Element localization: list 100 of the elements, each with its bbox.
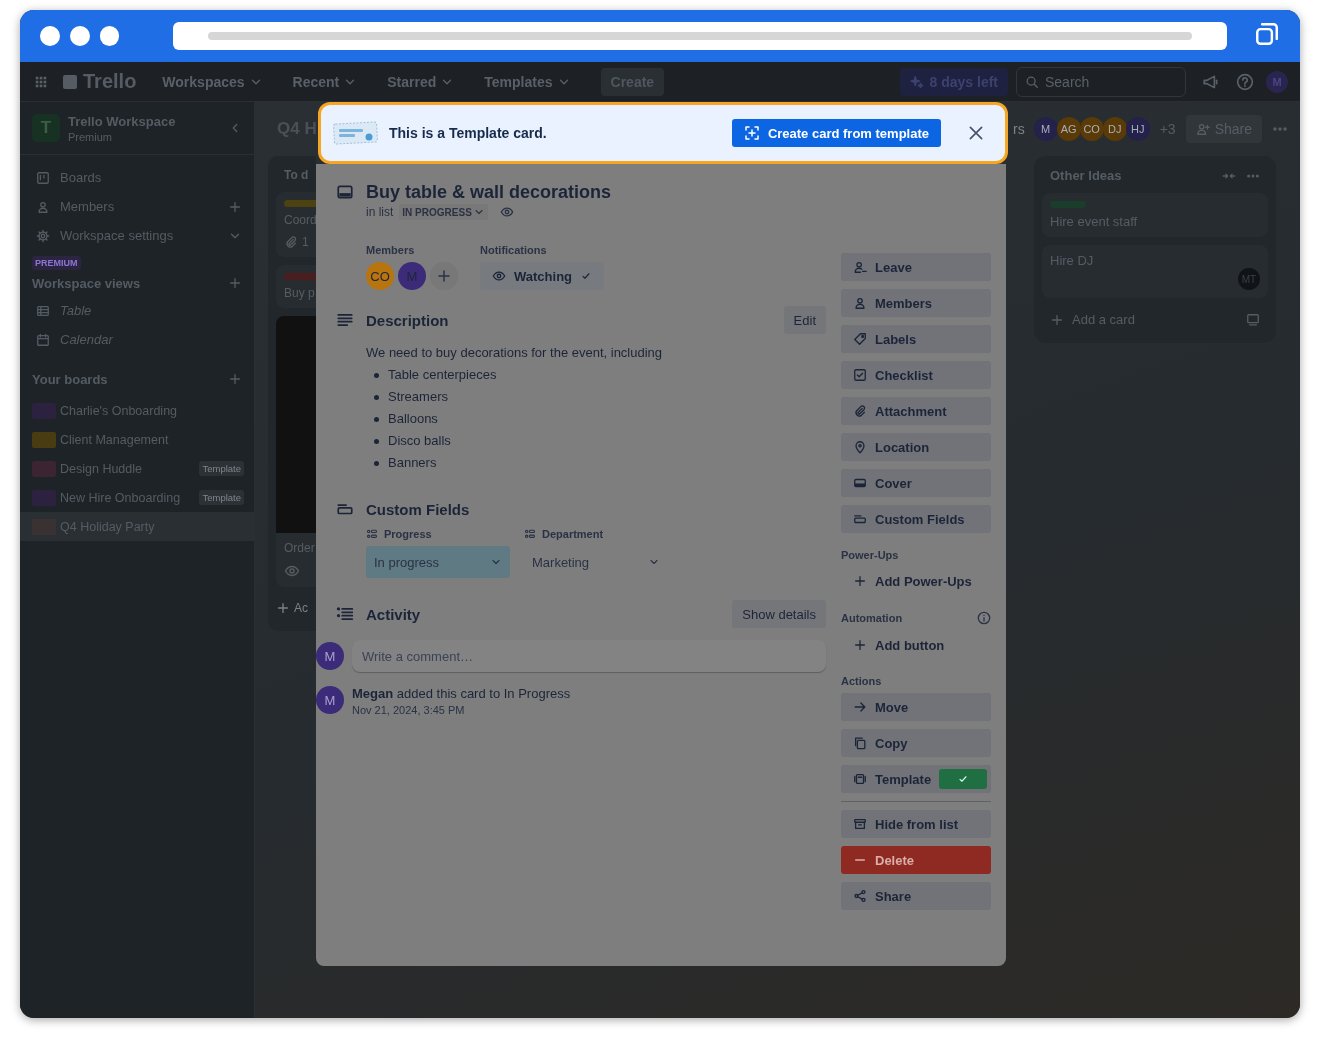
checkbox[interactable]: [939, 769, 987, 789]
board-name: Client Management: [60, 432, 170, 447]
nav-menu[interactable]: Recent: [284, 67, 366, 96]
banner-text: This is a Template card.: [389, 125, 548, 141]
field-label: Progress: [384, 528, 432, 540]
plus-icon: [228, 199, 242, 214]
copy-icon: [853, 736, 867, 750]
member-avatar[interactable]: CO: [366, 262, 394, 290]
view-item[interactable]: Table: [60, 303, 242, 318]
eye-icon: [492, 269, 506, 283]
plus-icon: [276, 601, 290, 615]
board-name: Design Huddle: [60, 461, 143, 476]
section-heading: Workspace views: [32, 275, 142, 291]
list-item-text: Balloons: [388, 410, 438, 428]
check-icon: [580, 270, 592, 282]
section-heading: Description: [366, 311, 450, 329]
add-card-button[interactable]: Add a card: [1072, 312, 1238, 327]
plus-icon: [436, 268, 452, 284]
section-heading: Custom Fields: [366, 500, 471, 518]
list-item-text: Disco balls: [388, 432, 451, 450]
action-button[interactable]: Template: [841, 765, 991, 793]
action-button[interactable]: Add button: [841, 631, 991, 659]
sidebar-item[interactable]: Members: [60, 199, 218, 214]
field-icon: [366, 528, 378, 540]
sidebar-item[interactable]: Boards: [60, 170, 242, 185]
logo-text: Trello: [83, 70, 137, 93]
action-button[interactable]: Checklist: [841, 361, 991, 389]
sidebar-item[interactable]: Workspace settings: [60, 228, 218, 243]
action-button[interactable]: Move: [841, 693, 991, 721]
action-button[interactable]: Custom Fields: [841, 505, 991, 533]
action-button[interactable]: Hide from list: [841, 810, 991, 838]
action-button[interactable]: Share: [841, 882, 991, 910]
card-illustration-icon: [333, 120, 379, 146]
list-dropdown[interactable]: IN PROGRESS: [399, 204, 488, 220]
field-label: Department: [542, 528, 604, 540]
board-item[interactable]: Client Management: [20, 425, 254, 454]
search-placeholder: Search: [1045, 73, 1090, 90]
window-dot[interactable]: [69, 26, 90, 46]
action-button[interactable]: Delete: [841, 846, 991, 874]
add-card-button[interactable]: Ac: [294, 601, 316, 615]
member-avatar[interactable]: CO: [1079, 117, 1104, 141]
calendar-icon: [36, 332, 50, 347]
settings-icon: [36, 228, 50, 243]
table-icon: [36, 303, 50, 318]
activity-text: Megan added this card to In Progress: [352, 686, 571, 701]
user-avatar: M: [316, 642, 344, 670]
action-button[interactable]: Cover: [841, 469, 991, 497]
action-button[interactable]: Labels: [841, 325, 991, 353]
action-button[interactable]: Location: [841, 433, 991, 461]
trello-logo[interactable]: Trello: [62, 70, 137, 93]
board-item[interactable]: New Hire Onboarding Template: [20, 483, 254, 512]
list-item-text: Banners: [388, 454, 437, 472]
share-icon: [853, 889, 867, 903]
member-avatar[interactable]: HJ: [1125, 117, 1150, 141]
member-avatar[interactable]: AG: [1056, 117, 1081, 141]
create-from-template-button[interactable]: Create card from template: [731, 119, 941, 147]
tag-icon: [853, 332, 867, 346]
action-button[interactable]: Leave: [841, 253, 991, 281]
comment-field[interactable]: Write a comment…: [352, 640, 826, 672]
member-avatar[interactable]: M: [1033, 117, 1058, 141]
field-dropdown[interactable]: In progress: [366, 546, 510, 578]
nav-menu[interactable]: Starred: [379, 67, 463, 96]
member-avatar[interactable]: DJ: [1102, 117, 1127, 141]
board-name: New Hire Onboarding: [60, 490, 182, 505]
field-icon: [524, 528, 536, 540]
template-tag: Template: [199, 490, 244, 505]
search-field[interactable]: Search: [1016, 66, 1186, 97]
field-dropdown[interactable]: Marketing: [524, 546, 668, 578]
show-details-button[interactable]: Show details: [732, 600, 826, 628]
bullet-icon: [374, 460, 379, 466]
nav-menu[interactable]: Workspaces: [154, 67, 271, 96]
list-item-text: Table centerpieces: [388, 366, 497, 384]
window-dot[interactable]: [99, 26, 120, 46]
description-icon: [336, 311, 354, 329]
person-minus-icon: [853, 260, 867, 274]
nav-menu[interactable]: Templates: [476, 67, 579, 96]
window-dot[interactable]: [40, 26, 60, 46]
action-button[interactable]: Members: [841, 289, 991, 317]
watching-button[interactable]: Watching: [480, 262, 604, 290]
action-button[interactable]: Copy: [841, 729, 991, 757]
sparkle-icon: [909, 74, 924, 89]
eye-icon: [499, 205, 514, 219]
person-icon: [853, 296, 867, 310]
user-avatar: M: [316, 686, 344, 714]
edit-button[interactable]: Edit: [783, 306, 826, 334]
view-item[interactable]: Calendar: [60, 332, 242, 347]
toolbar-text[interactable]: rs: [1013, 121, 1025, 137]
board-item[interactable]: Charlie's Onboarding: [20, 396, 254, 425]
paperclip-icon: [284, 235, 298, 249]
bullet-icon: [374, 438, 379, 444]
action-button[interactable]: Add Power-Ups: [841, 567, 991, 595]
board-name: Charlie's Onboarding: [60, 403, 179, 418]
workspace-name: Trello Workspace: [68, 113, 177, 129]
action-button[interactable]: Attachment: [841, 397, 991, 425]
add-member-button[interactable]: [430, 262, 458, 290]
location-pin-icon: [853, 440, 867, 454]
activity-time[interactable]: Nov 21, 2024, 3:45 PM: [352, 704, 571, 716]
board-item[interactable]: Design Huddle Template: [20, 454, 254, 483]
list-prefix: in list: [366, 205, 394, 219]
field-label: Members: [366, 244, 416, 256]
